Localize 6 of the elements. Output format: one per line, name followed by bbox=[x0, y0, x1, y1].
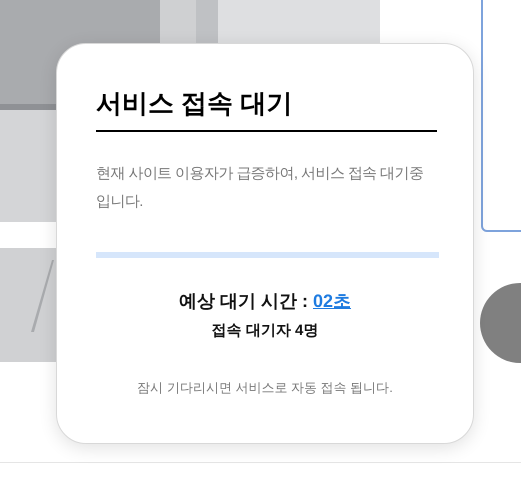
dialog-title: 서비스 접속 대기 bbox=[96, 87, 292, 120]
wait-time-text: 예상 대기 시간 : 02초 bbox=[178, 290, 352, 313]
footer-note: 잠시 기다리시면 서비스로 자동 접속 됩니다. bbox=[137, 379, 393, 397]
wait-time-link[interactable]: 02초 bbox=[312, 291, 352, 311]
description-text: 현재 사이트 이용자가 급증하여, 서비스 접속 대기중 입니다. bbox=[96, 164, 424, 212]
queue-count-text: 접속 대기자 4명 bbox=[212, 321, 318, 341]
